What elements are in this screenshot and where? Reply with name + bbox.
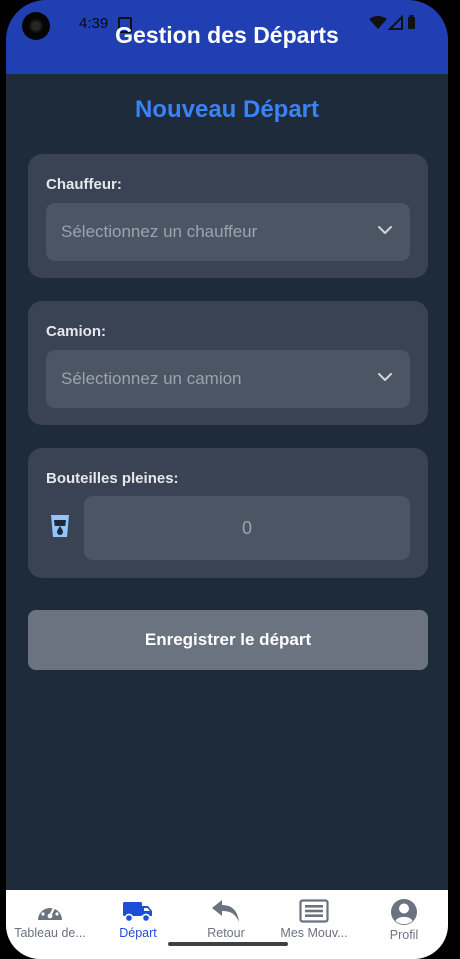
app-header: 4:39 Gestion des Départs [6, 0, 448, 74]
cup-icon [51, 515, 69, 537]
speedometer-icon [38, 902, 62, 920]
nav-label-dashboard: Tableau de... [14, 926, 86, 940]
chevron-down-icon [378, 373, 392, 381]
truck-label: Camion: [46, 323, 106, 340]
driver-select-placeholder: Sélectionnez un chauffeur [61, 222, 258, 241]
nav-item-departure[interactable]: Départ [94, 898, 182, 940]
list-icon [299, 899, 329, 923]
bottom-nav: Tableau de... Départ Retour Mes Mouv... … [6, 890, 448, 959]
header-title: Gestion des Départs [115, 22, 339, 48]
nav-label-departure: Départ [119, 926, 157, 940]
driver-select[interactable]: Sélectionnez un chauffeur [46, 203, 410, 261]
bottles-quantity-input[interactable]: 0 [84, 496, 410, 560]
page-title: Nouveau Départ [134, 96, 320, 123]
nav-label-movements: Mes Mouv... [280, 926, 348, 940]
truck-icon [123, 902, 152, 923]
truck-card: Camion: Sélectionnez un camion [28, 301, 428, 425]
nav-label-return: Retour [207, 926, 245, 940]
profile-icon [391, 899, 417, 925]
app-screen: 4:39 Gestion des Départs Nouveau Départ … [6, 0, 448, 959]
nav-item-profile[interactable]: Profil [360, 898, 448, 942]
save-departure-button[interactable]: Enregistrer le départ [28, 610, 428, 670]
nav-item-dashboard[interactable]: Tableau de... [6, 898, 94, 940]
nav-label-profile: Profil [389, 928, 419, 942]
nav-item-return[interactable]: Retour [182, 898, 270, 940]
return-arrow-icon [212, 900, 239, 922]
bottles-card: Bouteilles pleines: 0 [28, 448, 428, 578]
truck-select-placeholder: Sélectionnez un camion [61, 369, 242, 388]
truck-select[interactable]: Sélectionnez un camion [46, 350, 410, 408]
nav-item-movements[interactable]: Mes Mouv... [270, 898, 358, 940]
home-indicator[interactable] [168, 942, 288, 946]
chevron-down-icon [378, 226, 392, 234]
driver-label: Chauffeur: [46, 176, 122, 193]
driver-card: Chauffeur: Sélectionnez un chauffeur [28, 154, 428, 278]
bottles-label: Bouteilles pleines: [46, 470, 179, 487]
